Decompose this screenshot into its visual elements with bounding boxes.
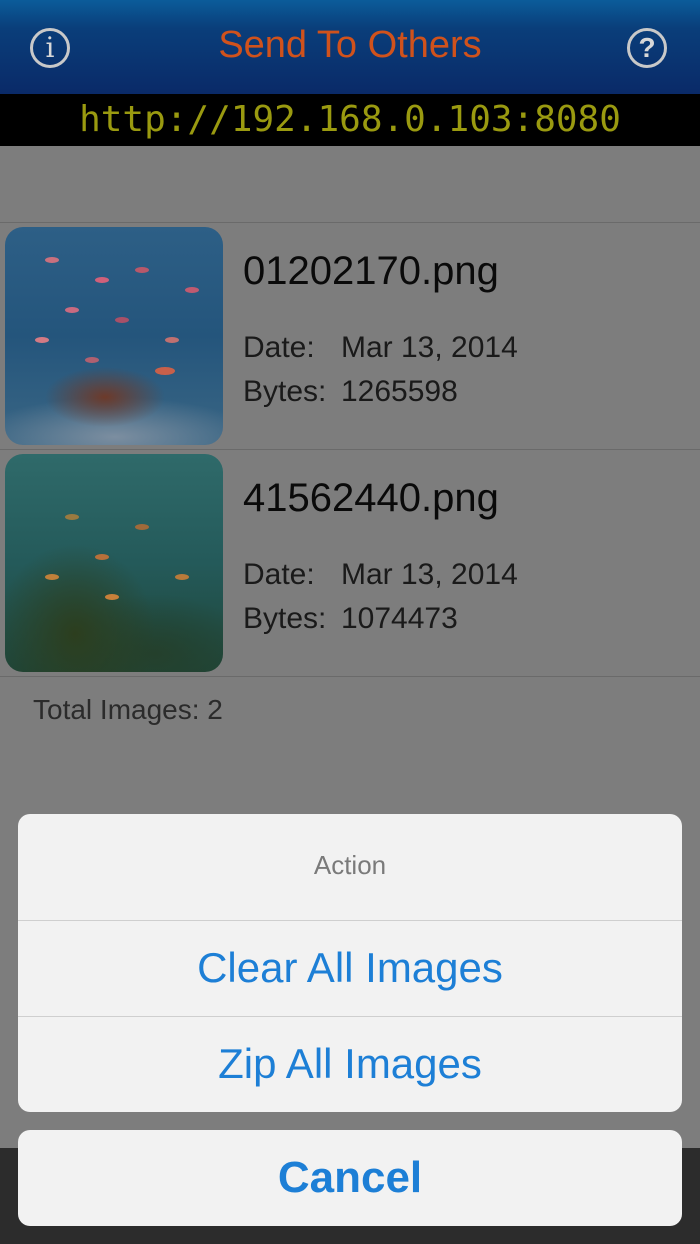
action-sheet-title: Action: [313, 850, 387, 880]
date-value: Mar 13, 2014: [341, 558, 518, 591]
action-sheet: Action Clear All Images Zip All Images: [18, 814, 682, 1112]
list-item[interactable]: 41562440.png Date: Mar 13, 2014 Bytes: 107…: [0, 449, 700, 677]
bytes-label: Bytes:: [243, 602, 327, 635]
total-images-count: Total Images: 2: [33, 694, 223, 725]
bytes-label: Bytes:: [243, 375, 327, 408]
bytes-value: 1265598: [341, 375, 458, 408]
file-date: Date: Mar 13, 2014: [243, 331, 518, 365]
date-label: Date:: [243, 331, 315, 364]
image-thumbnail: [5, 454, 223, 672]
date-label: Date:: [243, 558, 315, 591]
file-date: Date: Mar 13, 2014: [243, 558, 518, 592]
file-name: 01202170.png: [243, 249, 499, 293]
page-title: Send To Others: [218, 24, 482, 66]
help-icon[interactable]: ?: [627, 28, 667, 68]
clear-all-images-button[interactable]: Clear All Images: [18, 920, 682, 1016]
file-bytes: Bytes: 1074473: [243, 602, 458, 636]
bytes-value: 1074473: [341, 602, 458, 635]
cancel-button[interactable]: Cancel: [18, 1130, 682, 1226]
navigation-bar: i Send To Others ?: [0, 0, 700, 94]
file-name: 41562440.png: [243, 476, 499, 520]
date-value: Mar 13, 2014: [341, 331, 518, 364]
server-url: http://192.168.0.103:8080: [0, 94, 700, 146]
list-item[interactable]: 01202170.png Date: Mar 13, 2014 Bytes: 126…: [0, 222, 700, 450]
file-bytes: Bytes: 1265598: [243, 375, 458, 409]
image-thumbnail: [5, 227, 223, 445]
zip-all-images-button[interactable]: Zip All Images: [18, 1016, 682, 1112]
